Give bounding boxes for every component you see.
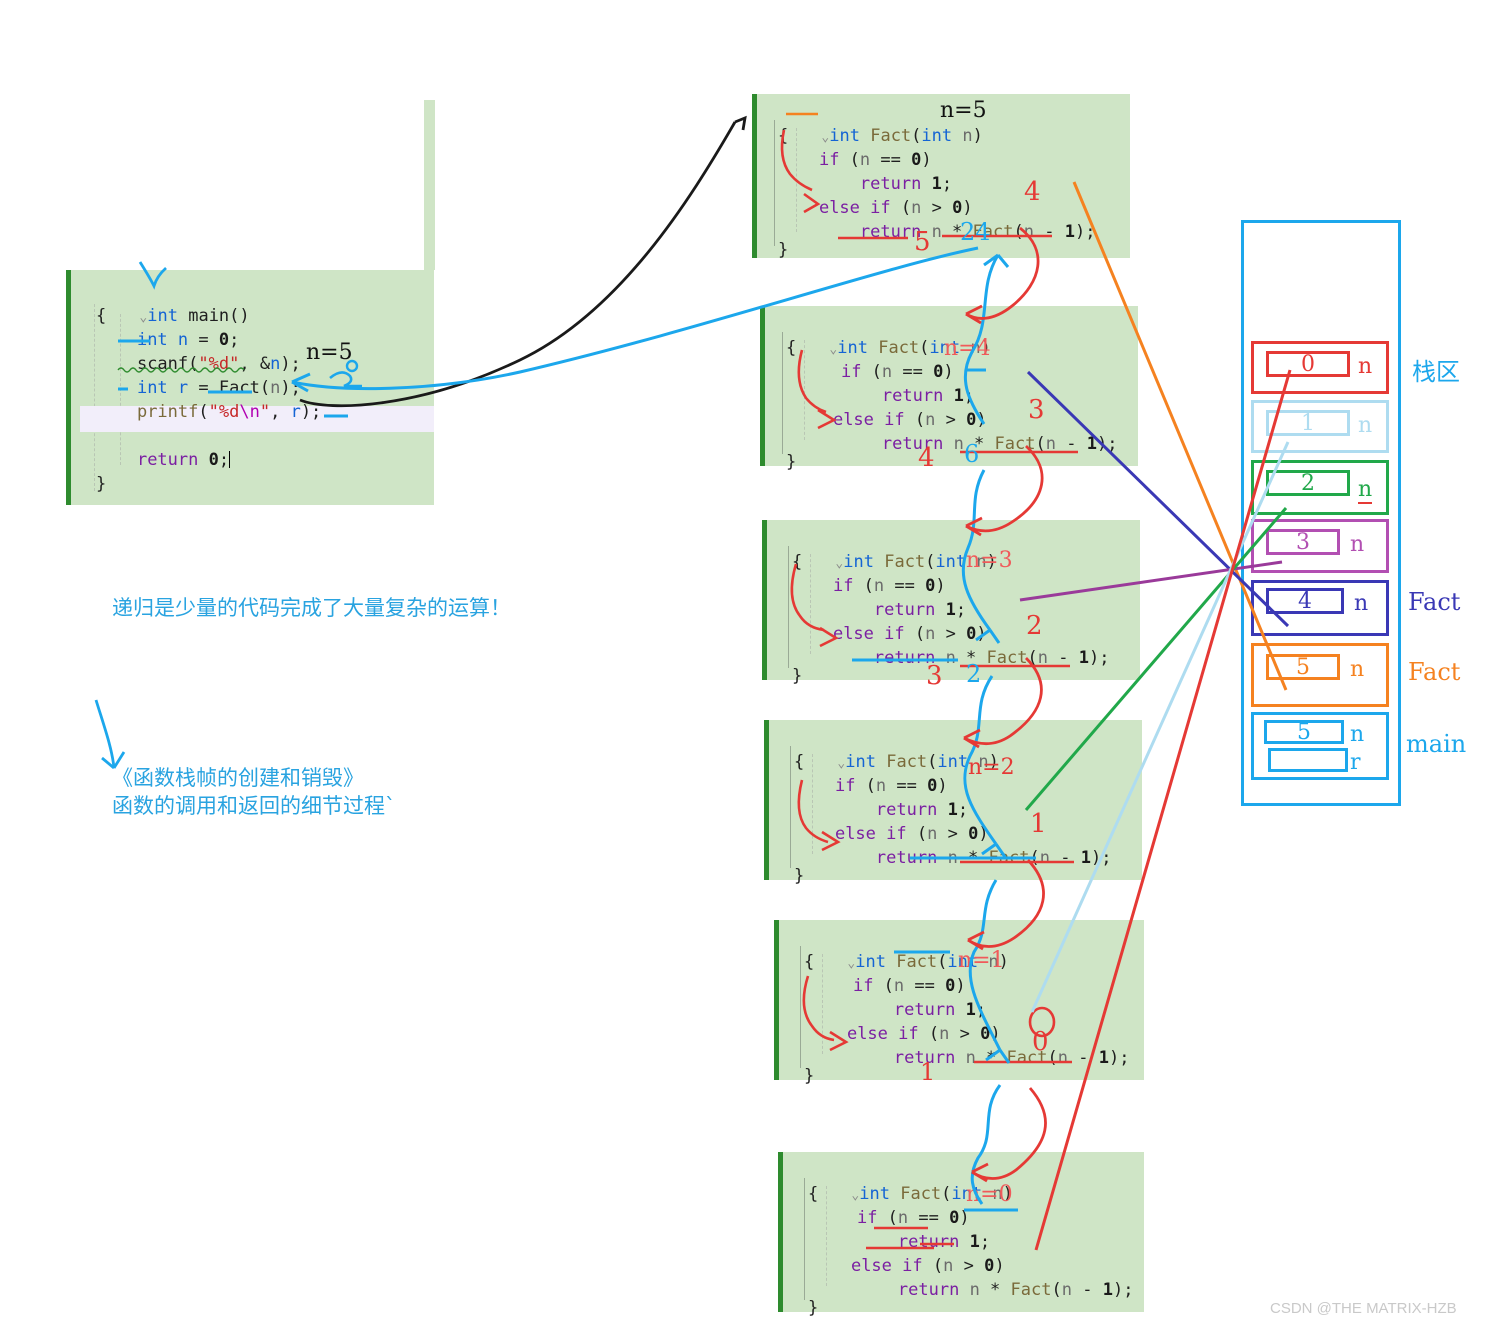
stack-slot-value-5: 5 (1266, 654, 1340, 680)
code-line-elseif: else if (n > 0) (818, 198, 973, 218)
code-block-fact-n0[interactable]: ⌄int Fact(int n) { if (n == 0) return 1;… (778, 1152, 1144, 1318)
code-line-open-brace: { (778, 126, 789, 146)
code-line-return-one: return 1; (875, 800, 969, 820)
code-line-close-brace: } (786, 452, 797, 472)
code-line-scanf: scanf("%d", &n); (136, 354, 301, 374)
code-block-fact-n3[interactable]: ⌄int Fact(int n) { if (n == 0) return 1;… (762, 520, 1140, 686)
code-line-if: if (n == 0) (818, 150, 932, 170)
stack-slot-value-2: 2 (1266, 470, 1350, 496)
code-line-close-brace: } (778, 240, 789, 260)
editor-gutter-bar (752, 94, 757, 258)
code-line-return-one: return 1; (897, 1232, 991, 1252)
note-recursion: 递归是少量的代码完成了大量复杂的运算！ (112, 596, 511, 620)
stack-slot-value-0: 0 (1266, 351, 1350, 377)
code-line-fact-signature: ⌄int Fact(int n) (835, 552, 997, 572)
code-line-close-brace: } (804, 1066, 815, 1086)
code-line-open-brace: { (804, 952, 815, 972)
code-line-if: if (n == 0) (852, 976, 966, 996)
code-line-return-recursive: return n * Fact(n - 1); (859, 222, 1096, 242)
code-line-return-recursive: return n * Fact(n - 1); (881, 434, 1118, 454)
note-call-return-detail: 函数的调用和返回的细节过程` (112, 794, 396, 818)
stack-region-label: 栈区 (1412, 358, 1460, 386)
code-block-fact-n1[interactable]: ⌄int Fact(int n) { if (n == 0) return 1;… (774, 920, 1144, 1086)
code-line-fact-signature: ⌄int Fact(int n) (837, 752, 999, 772)
code-line-close-brace: } (96, 474, 107, 494)
annotation-fact-n1: n=1 (958, 948, 1005, 973)
annotation-fact-n5: n=5 (940, 98, 987, 123)
code-line-elseif: else if (n > 0) (846, 1024, 1001, 1044)
stack-frame-4: 4 n (1251, 580, 1389, 636)
canvas: ⌄int main() { int n = 0; scanf("%d", &n)… (0, 0, 1499, 1340)
code-line-return-recursive: return n * Fact(n - 1); (893, 1048, 1130, 1068)
code-line-return-one: return 1; (893, 1000, 987, 1020)
stack-frame-1: 1 n (1251, 400, 1389, 453)
stack-slot-value-main-r (1268, 748, 1348, 772)
editor-gutter-bar (760, 306, 765, 466)
code-line-open-brace: { (96, 306, 107, 326)
code-line-if: if (n == 0) (840, 362, 954, 382)
code-line-close-brace: } (792, 666, 803, 686)
watermark: CSDN @THE MATRIX-HZB (1270, 1300, 1457, 1317)
annotation-fact-n0: n=0 (966, 1182, 1013, 1207)
stack-frame-0: 0 n (1251, 341, 1389, 394)
editor-gutter-bar (778, 1152, 783, 1312)
code-line-open-brace: { (808, 1184, 819, 1204)
code-line-elseif: else if (n > 0) (832, 624, 987, 644)
stack-label-main: main (1406, 730, 1467, 758)
code-line-printf: printf("%d\n", r); (136, 402, 322, 422)
code-line-decl-n: int n = 0; (136, 330, 240, 350)
code-line-close-brace: } (794, 866, 805, 886)
code-line-if: if (n == 0) (856, 1208, 970, 1228)
stack-label-fact-5: Fact (1408, 658, 1461, 686)
stack-slot-label-2: n (1358, 477, 1373, 504)
code-line-if: if (n == 0) (832, 576, 946, 596)
code-line-open-brace: { (792, 552, 803, 572)
code-line-return-one: return 1; (873, 600, 967, 620)
code-line-return-zero: return 0; (136, 450, 231, 470)
code-line-open-brace: { (794, 752, 805, 772)
annotation-fact-n2: n=2 (968, 755, 1015, 780)
code-line-return-one: return 1; (881, 386, 975, 406)
editor-gutter-bar (764, 720, 769, 880)
stack-frame-main: 5 n r (1251, 712, 1389, 780)
code-line-return-recursive: return n * Fact(n - 1); (875, 848, 1112, 868)
code-line-elseif: else if (n > 0) (850, 1256, 1005, 1276)
code-block-fact-n2[interactable]: ⌄int Fact(int n) { if (n == 0) return 1;… (764, 720, 1142, 886)
stack-slot-label-1: n (1358, 413, 1373, 438)
code-line-return-one: return 1; (859, 174, 953, 194)
editor-gutter-bar (774, 920, 779, 1080)
code-line-elseif: else if (n > 0) (832, 410, 987, 430)
code-block-fact-n4[interactable]: ⌄int Fact(int n) { if (n == 0) return 1;… (760, 306, 1138, 472)
annotation-fact-n3: n=3 (966, 548, 1013, 573)
editor-strip (424, 100, 435, 270)
code-line-return-recursive: return n * Fact(n - 1); (873, 648, 1110, 668)
stack-slot-label-main-n: n (1350, 722, 1365, 747)
stack-frame-3: 3 n (1251, 519, 1389, 573)
stack-slot-value-3: 3 (1266, 529, 1340, 555)
stack-slot-label-0: n (1358, 354, 1373, 379)
editor-gutter-bar (762, 520, 767, 680)
stack-slot-label-3: n (1350, 532, 1365, 557)
code-line-return-recursive: return n * Fact(n - 1); (897, 1280, 1134, 1300)
code-line-elseif: else if (n > 0) (834, 824, 989, 844)
code-line-call-fact: int r = Fact(n); (136, 378, 301, 398)
code-line-close-brace: } (808, 1298, 819, 1318)
stack-slot-label-5: n (1350, 657, 1365, 682)
code-line-if: if (n == 0) (834, 776, 948, 796)
stack-slot-label-main-r: r (1350, 750, 1361, 775)
stack-slot-value-4: 4 (1266, 588, 1344, 614)
note-book-title: 《函数栈帧的创建和销毁》 (112, 766, 364, 790)
stack-slot-value-main-n: 5 (1264, 720, 1344, 745)
editor-gutter-bar (66, 270, 71, 505)
stack-label-fact-4: Fact (1408, 588, 1461, 616)
code-line-open-brace: { (786, 338, 797, 358)
stack-frame-2: 2 n (1251, 460, 1389, 515)
stack-frame-5: 5 n (1251, 643, 1389, 707)
code-block-main[interactable]: ⌄int main() { int n = 0; scanf("%d", &n)… (66, 270, 434, 505)
stack-slot-value-1: 1 (1266, 410, 1350, 436)
annotation-fact-n4: n=4 (944, 336, 991, 361)
stack-slot-label-4: n (1354, 591, 1369, 616)
annotation-main-n: n=5 (306, 340, 353, 365)
